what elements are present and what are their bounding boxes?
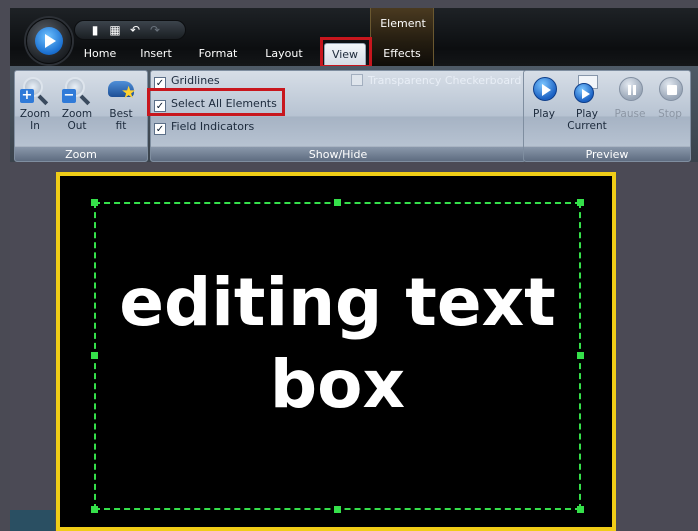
field-indicators-label: Field Indicators [171, 120, 255, 133]
transparency-check-icon [351, 74, 363, 86]
context-group-label: Element [380, 17, 426, 30]
show-hide-group-label: Show/Hide [151, 146, 525, 161]
best-fit-button[interactable]: ★ Best fit [103, 75, 139, 132]
workspace-edge [10, 510, 55, 531]
select-all-check-icon: ✓ [154, 100, 166, 112]
tab-home[interactable]: Home [74, 43, 126, 65]
gridlines-check-icon: ✓ [154, 77, 166, 89]
pause-label: Pause [614, 108, 646, 120]
zoom-out-icon: − [62, 75, 92, 106]
show-hide-group: ✓ Gridlines ✓ Select All Elements ✓ Field I… [150, 70, 526, 162]
play-current-button[interactable]: Play Current [566, 75, 608, 132]
best-fit-label: Best fit [109, 108, 133, 132]
tab-effects[interactable]: Effects [374, 43, 430, 65]
resize-handle-bottom[interactable] [334, 506, 341, 513]
pause-icon [615, 75, 645, 105]
gridlines-label: Gridlines [171, 74, 220, 87]
stop-label: Stop [658, 108, 682, 120]
play-current-icon [572, 75, 602, 105]
resize-handle-bottom-left[interactable] [91, 506, 98, 513]
best-fit-icon: ★ [106, 75, 136, 105]
resize-handle-bottom-right[interactable] [577, 506, 584, 513]
resize-handle-top-right[interactable] [577, 199, 584, 206]
select-all-elements-label: Select All Elements [171, 97, 277, 110]
tab-insert[interactable]: Insert [130, 43, 182, 65]
save-icon[interactable]: ▦ [109, 23, 121, 37]
preview-group: Play Play Current Pause Stop Preview [523, 70, 691, 162]
tab-layout[interactable]: Layout [256, 43, 312, 65]
text-line-2: box [269, 346, 406, 423]
field-indicators-checkbox[interactable]: ✓ Field Indicators [154, 119, 254, 135]
application-menu-button[interactable] [26, 18, 72, 64]
zoom-group: + Zoom In − Zoom Out ★ Best fit Zoom [14, 70, 148, 162]
resize-handle-top[interactable] [334, 199, 341, 206]
redo-icon[interactable]: ↷ [149, 23, 161, 37]
transparency-checkerboard-label: Transparency Checkerboard [368, 74, 522, 87]
field-indicators-check-icon: ✓ [154, 123, 166, 135]
zoom-out-label: Zoom Out [61, 108, 93, 132]
stop-icon [655, 75, 685, 105]
tab-view[interactable]: View [324, 43, 366, 65]
select-all-elements-checkbox[interactable]: ✓ Select All Elements [154, 96, 277, 112]
zoom-out-button[interactable]: − Zoom Out [59, 75, 95, 132]
app-logo-play-icon [35, 27, 63, 55]
zoom-in-icon: + [20, 75, 50, 106]
transparency-checkerboard-checkbox[interactable]: Transparency Checkerboard [351, 73, 521, 89]
pause-button[interactable]: Pause [612, 75, 648, 120]
ribbon: + Zoom In − Zoom Out ★ Best fit Zoom ✓G [10, 66, 698, 162]
play-button[interactable]: Play [526, 75, 562, 120]
zoom-in-label: Zoom In [19, 108, 51, 132]
quick-access-toolbar: ▮ ▦ ↶ ↷ [74, 20, 186, 40]
play-label: Play [533, 108, 555, 120]
text-element-content[interactable]: editing text box [94, 262, 581, 426]
zoom-in-button[interactable]: + Zoom In [17, 75, 53, 132]
resize-handle-top-left[interactable] [91, 199, 98, 206]
stop-button[interactable]: Stop [652, 75, 688, 120]
text-line-1: editing text [119, 264, 556, 341]
app-window: ▮ ▦ ↶ ↷ Element Home Insert Format Layou… [0, 0, 698, 531]
new-document-icon[interactable]: ▮ [89, 23, 101, 37]
play-current-label: Play Current [567, 108, 607, 132]
gridlines-checkbox[interactable]: ✓ Gridlines [154, 73, 220, 89]
play-icon [529, 75, 559, 105]
preview-group-label: Preview [524, 146, 690, 161]
undo-icon[interactable]: ↶ [129, 23, 141, 37]
tab-format[interactable]: Format [190, 43, 246, 65]
zoom-group-label: Zoom [15, 146, 147, 161]
